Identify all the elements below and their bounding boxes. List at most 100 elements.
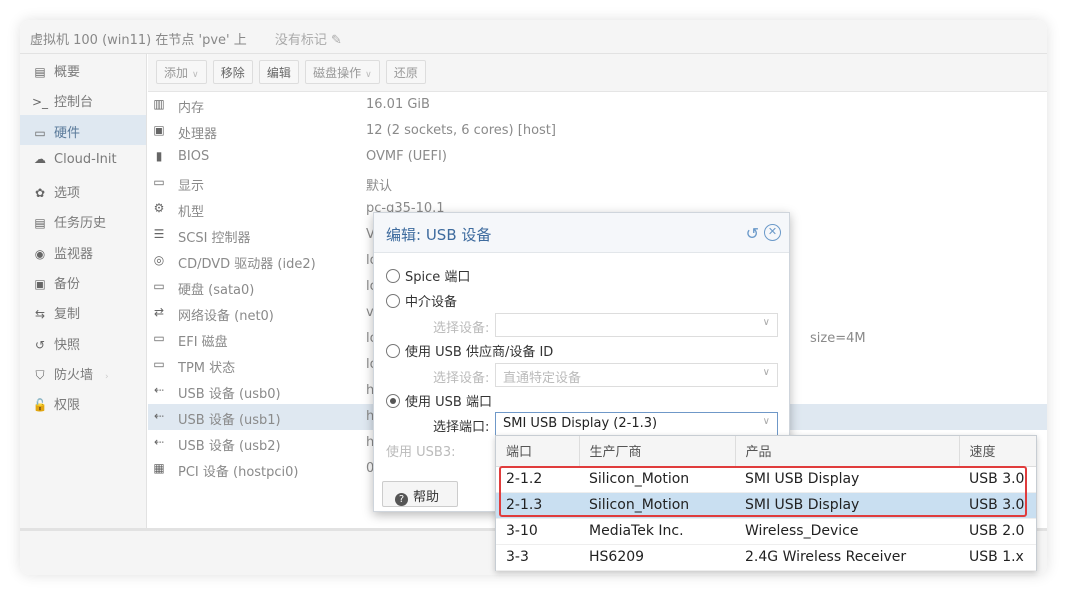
sidebar-item-10[interactable]: ⛉ 防火墙 › xyxy=(20,357,146,387)
sidebar-item-3[interactable]: ☁ Cloud-Init xyxy=(20,145,146,175)
hardware-name: SCSI 控制器 xyxy=(178,231,251,246)
cell-product: 2.4G Wireless Receiver xyxy=(735,544,959,571)
hardware-name: 显示 xyxy=(178,179,205,194)
add-button[interactable]: 添加 ∨ xyxy=(156,60,207,84)
port-table: 端口 生产厂商 产品 速度 2-1.2 Silicon_Motion SMI USB… xyxy=(496,436,1036,571)
sidebar-item-label: 硬件 xyxy=(54,125,81,141)
cloud-icon: ☁ xyxy=(34,151,46,166)
window-title: 虚拟机 100 (win11) 在节点 'pve' 上 xyxy=(30,33,247,48)
hardware-toolbar: 添加 ∨ 移除 编辑 磁盘操作 ∨ 还原 xyxy=(148,54,1047,92)
edit-button[interactable]: 编辑 xyxy=(258,60,299,84)
sidebar-item-label: 备份 xyxy=(54,277,81,293)
hdd-icon: ▭ xyxy=(153,331,165,345)
sidebar-item-11[interactable]: 🔓 权限 xyxy=(20,387,146,417)
cell-speed: USB 2.0 xyxy=(959,518,1036,545)
sidebar-item-4[interactable]: ✿ 选项 xyxy=(20,175,146,205)
sidebar-item-6[interactable]: ◉ 监视器 xyxy=(20,236,146,266)
unlock-icon: 🔓 xyxy=(32,398,48,413)
hardware-name: BIOS xyxy=(178,149,210,164)
cell-port: 3-10 xyxy=(496,518,579,545)
hardware-name: 内存 xyxy=(178,101,205,116)
radio-vendor-device-id[interactable]: 使用 USB 供应商/设备 ID xyxy=(386,341,553,361)
sidebar-item-label: 复制 xyxy=(54,307,81,323)
sidebar-item-label: Cloud-Init xyxy=(54,151,117,167)
exchange-icon: ⇄ xyxy=(153,305,165,319)
cell-speed: USB 1.x xyxy=(959,544,1036,571)
column-header-speed[interactable]: 速度 xyxy=(959,436,1036,467)
dialog-title: 编辑: USB 设备 xyxy=(386,226,492,244)
sidebar-item-label: 任务历史 xyxy=(54,216,107,232)
history-icon: ↺ xyxy=(34,337,46,352)
sidebar-item-2[interactable]: ▭ 硬件 xyxy=(20,114,146,145)
select-device-label: 选择设备: xyxy=(433,321,490,336)
mapped-device-select[interactable]: ∨ xyxy=(495,313,778,337)
radio-mapped-device[interactable]: 中介设备 xyxy=(386,291,457,311)
port-row[interactable]: 2-1.2 Silicon_Motion SMI USB Display USB 3.… xyxy=(496,466,1036,493)
usb-icon: ⇠ xyxy=(153,435,165,449)
eye-icon: ◉ xyxy=(34,246,46,261)
reset-icon[interactable]: ↺ xyxy=(746,224,759,243)
radio-circle[interactable] xyxy=(386,269,400,283)
sidebar-item-8[interactable]: ⇆ 复制 xyxy=(20,296,146,326)
hardware-name: 处理器 xyxy=(178,127,218,142)
chevron-down-icon: ∨ xyxy=(762,317,770,328)
cell-port: 2-1.2 xyxy=(496,466,579,493)
port-select[interactable]: SMI USB Display (2-1.3) ∨ xyxy=(495,412,778,436)
memory-icon: ▥ xyxy=(153,97,165,111)
question-icon: ? xyxy=(395,493,408,506)
tags-link[interactable]: 没有标记 ✎ xyxy=(275,33,342,48)
port-rows: 2-1.2 Silicon_Motion SMI USB Display USB 3.… xyxy=(496,466,1036,571)
hardware-row[interactable]: ▥ 内存 16.01 GiB xyxy=(148,92,1047,118)
cell-speed: USB 3.0 xyxy=(959,492,1036,519)
hardware-value: 12 (2 sockets, 6 cores) [host] xyxy=(366,123,556,138)
hardware-name: USB 设备 (usb1) xyxy=(178,413,281,428)
database-icon: ☰ xyxy=(153,227,165,241)
port-row[interactable]: 3-10 MediaTek Inc. Wireless_Device USB 2.0 xyxy=(496,518,1036,545)
port-dropdown-list: 端口 生产厂商 产品 速度 2-1.2 Silicon_Motion SMI USB… xyxy=(495,435,1037,571)
sidebar-item-7[interactable]: ▣ 备份 xyxy=(20,266,146,296)
port-row[interactable]: 3-3 HS6209 2.4G Wireless Receiver USB 1.x xyxy=(496,544,1036,571)
disk-action-button[interactable]: 磁盘操作 ∨ xyxy=(305,60,380,84)
hardware-name: PCI 设备 (hostpci0) xyxy=(178,465,299,480)
help-button[interactable]: ? 帮助 xyxy=(382,481,458,507)
radio-circle[interactable] xyxy=(386,394,400,408)
sidebar-item-label: 权限 xyxy=(54,398,81,414)
port-row[interactable]: 2-1.3 Silicon_Motion SMI USB Display USB 3.… xyxy=(496,492,1036,519)
cell-vendor: Silicon_Motion xyxy=(579,492,735,519)
revert-button[interactable]: 还原 xyxy=(385,60,426,84)
chevron-down-icon: ∨ xyxy=(365,70,372,80)
close-icon[interactable]: ✕ xyxy=(764,224,781,241)
desktop-icon: ▭ xyxy=(153,175,165,189)
hardware-name: 机型 xyxy=(178,205,205,220)
shield-icon: ⛉ xyxy=(35,367,45,382)
sidebar-item-0[interactable]: ▤ 概要 xyxy=(20,54,146,84)
column-header-product[interactable]: 产品 xyxy=(735,436,960,467)
sidebar-item-1[interactable]: >_ 控制台 xyxy=(20,84,146,114)
hdd-icon: ▭ xyxy=(153,279,165,293)
radio-circle[interactable] xyxy=(386,344,400,358)
hardware-row[interactable]: ▭ 显示 默认 xyxy=(148,170,1047,196)
cpu-icon: ▣ xyxy=(153,123,165,137)
book-icon: ▤ xyxy=(34,65,46,79)
cell-vendor: HS6209 xyxy=(579,544,735,571)
hardware-value: OVMF (UEFI) xyxy=(366,149,447,164)
hardware-name: 网络设备 (net0) xyxy=(178,309,274,324)
radio-spice-port[interactable]: Spice 端口 xyxy=(386,266,470,286)
chevron-down-icon: ∨ xyxy=(192,70,199,80)
hardware-row[interactable]: ▣ 处理器 12 (2 sockets, 6 cores) [host] xyxy=(148,118,1047,144)
sidebar-item-label: 监视器 xyxy=(54,246,94,262)
remove-button[interactable]: 移除 xyxy=(212,60,253,84)
radio-usb-port[interactable]: 使用 USB 端口 xyxy=(386,391,492,411)
chip-icon: ▮ xyxy=(155,149,163,163)
sidebar: ▤ 概要 >_ 控制台 ▭ 硬件 ☁ Cloud-Init ✿ 选项 ▤ 任务历史 ◉ 监视器 ▣ 备份 ⇆ 复制… xyxy=(20,54,147,549)
radio-circle[interactable] xyxy=(386,294,400,308)
usb3-label: 使用 USB3: xyxy=(386,445,456,460)
usb-icon: ⇠ xyxy=(153,409,165,423)
sidebar-item-9[interactable]: ↺ 快照 xyxy=(20,327,146,357)
hardware-row[interactable]: ▮ BIOS OVMF (UEFI) xyxy=(148,144,1047,170)
hardware-name: USB 设备 (usb2) xyxy=(178,439,281,454)
column-header-port[interactable]: 端口 xyxy=(496,436,580,467)
host-device-select[interactable]: 直通特定设备 ∨ xyxy=(495,363,778,387)
sidebar-item-5[interactable]: ▤ 任务历史 xyxy=(20,205,146,235)
column-header-vendor[interactable]: 生产厂商 xyxy=(579,436,736,467)
